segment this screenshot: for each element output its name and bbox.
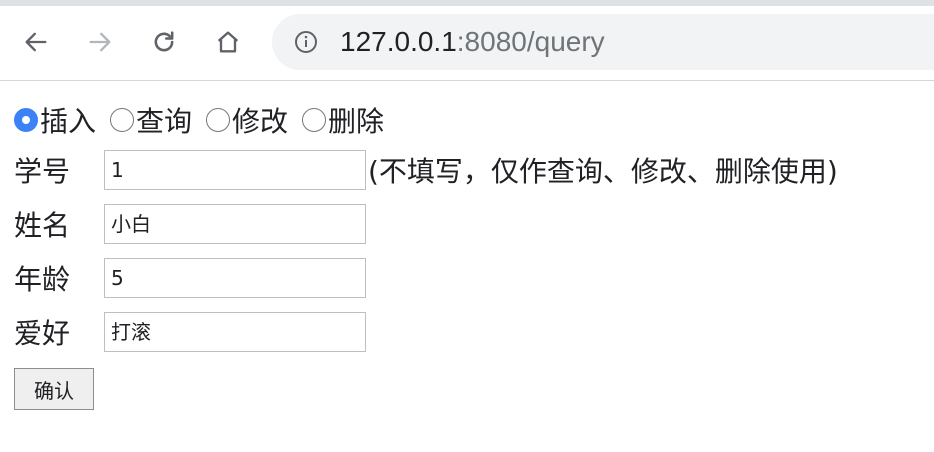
field-row-id: 学号 1 (不填写，仅作查询、修改、删除使用) <box>14 150 838 190</box>
radio-insert[interactable]: 插入 <box>14 100 106 140</box>
radio-label-insert: 插入 <box>40 105 97 138</box>
url-host: 127.0.0.1 <box>340 26 457 57</box>
back-button[interactable] <box>16 22 56 62</box>
radio-update[interactable]: 修改 <box>206 100 298 140</box>
radio-button-delete[interactable] <box>302 108 327 132</box>
field-row-age: 年龄 5 <box>14 258 366 298</box>
age-input[interactable]: 5 <box>104 258 366 298</box>
address-bar[interactable]: 127.0.0.1:8080/query <box>272 14 934 70</box>
id-note: (不填写，仅作查询、修改、删除使用) <box>368 155 838 188</box>
radio-button-insert[interactable] <box>14 108 38 132</box>
confirm-button[interactable]: 确认 <box>14 368 94 410</box>
hobby-input[interactable]: 打滚 <box>104 312 366 352</box>
radio-label-update: 修改 <box>232 105 289 138</box>
page-content: 插入 查询 修改 删除 学号 1 (不填写，仅作查询、修改、删除使用) 姓名 小… <box>0 80 934 452</box>
forward-arrow-icon <box>89 32 111 52</box>
url-text: 127.0.0.1:8080/query <box>340 26 605 58</box>
home-button[interactable] <box>208 22 248 62</box>
tab-strip <box>0 0 934 6</box>
radio-button-update[interactable] <box>206 108 231 132</box>
field-label-id: 学号 <box>14 155 71 188</box>
name-input[interactable]: 小白 <box>104 204 366 244</box>
forward-button[interactable] <box>80 22 120 62</box>
operation-radio-group: 插入 查询 修改 删除 <box>14 100 398 140</box>
field-label-age: 年龄 <box>14 263 71 296</box>
url-path: :8080/query <box>456 26 605 57</box>
reload-button[interactable] <box>144 22 184 62</box>
info-icon[interactable] <box>294 30 318 54</box>
radio-label-delete: 删除 <box>328 105 385 138</box>
home-icon <box>217 31 239 53</box>
back-arrow-icon <box>25 32 47 52</box>
radio-button-query[interactable] <box>110 108 135 132</box>
radio-query[interactable]: 查询 <box>110 100 202 140</box>
field-label-name: 姓名 <box>14 209 71 242</box>
id-input[interactable]: 1 <box>104 150 366 190</box>
field-row-hobby: 爱好 打滚 <box>14 312 366 352</box>
reload-icon <box>154 31 174 52</box>
field-row-name: 姓名 小白 <box>14 204 366 244</box>
field-label-hobby: 爱好 <box>14 317 71 350</box>
radio-label-query: 查询 <box>136 105 193 138</box>
radio-delete[interactable]: 删除 <box>302 100 394 140</box>
browser-toolbar: 127.0.0.1:8080/query <box>0 0 934 81</box>
